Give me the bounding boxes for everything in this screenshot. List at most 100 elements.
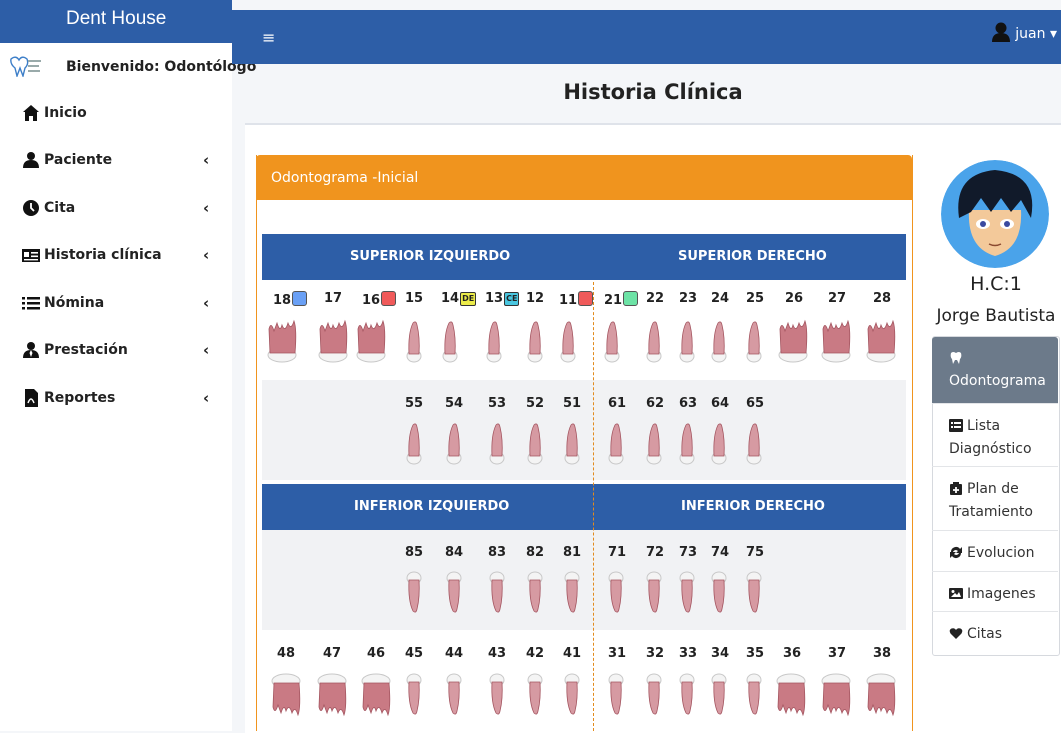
nav-item-prestación[interactable]: Prestación ‹ [0, 333, 232, 369]
tooth-icon[interactable] [742, 570, 766, 616]
tooth-number[interactable]: 53 [488, 396, 506, 411]
patient-menu-evolucion[interactable]: Evolucion [932, 530, 1058, 572]
tooth-number[interactable]: 18 [273, 291, 308, 308]
tooth-number[interactable]: 54 [445, 396, 463, 411]
tooth-number[interactable]: 42 [526, 646, 544, 661]
tooth-number[interactable]: 16 [362, 291, 397, 308]
tooth-number[interactable]: 72 [646, 545, 664, 560]
tooth-number[interactable]: 17 [324, 291, 342, 306]
tooth-number[interactable]: 41 [563, 646, 581, 661]
tooth-number[interactable]: 75 [746, 545, 764, 560]
tooth-icon[interactable] [642, 318, 666, 364]
patient-menu-odontograma[interactable]: Odontograma [932, 337, 1058, 403]
tooth-icon[interactable] [742, 672, 766, 718]
tooth-number[interactable]: 45 [405, 646, 423, 661]
tooth-icon[interactable] [482, 318, 506, 364]
tooth-number[interactable]: 74 [711, 545, 729, 560]
tooth-number[interactable]: 48 [277, 646, 295, 661]
tooth-number[interactable]: 55 [405, 396, 423, 411]
tooth-icon[interactable] [864, 672, 898, 718]
tooth-icon[interactable] [707, 420, 731, 466]
tooth-number[interactable]: 83 [488, 545, 506, 560]
nav-item-cita[interactable]: Cita ‹ [0, 191, 232, 227]
tooth-icon[interactable] [707, 672, 731, 718]
nav-item-historia-clínica[interactable]: Historia clínica ‹ [0, 238, 232, 274]
tooth-number[interactable]: 36 [783, 646, 801, 661]
tooth-icon[interactable] [485, 420, 509, 466]
tooth-number[interactable]: 82 [526, 545, 544, 560]
tooth-icon[interactable] [604, 672, 628, 718]
tooth-icon[interactable] [523, 420, 547, 466]
tooth-icon[interactable] [742, 318, 766, 364]
tooth-icon[interactable] [819, 318, 853, 364]
tooth-number[interactable]: 11 [559, 291, 594, 308]
tooth-number[interactable]: 51 [563, 396, 581, 411]
tooth-icon[interactable] [269, 672, 303, 718]
tooth-icon[interactable] [560, 570, 584, 616]
tooth-number[interactable]: 38 [873, 646, 891, 661]
tooth-number[interactable]: 46 [367, 646, 385, 661]
tooth-icon[interactable] [402, 672, 426, 718]
tooth-number[interactable]: 47 [323, 646, 341, 661]
tooth-number[interactable]: 22 [646, 291, 664, 306]
tooth-icon[interactable] [600, 318, 624, 364]
tooth-number[interactable]: 52 [526, 396, 544, 411]
nav-item-nómina[interactable]: Nómina ‹ [0, 286, 232, 322]
tooth-icon[interactable] [642, 420, 666, 466]
tooth-number[interactable]: 24 [711, 291, 729, 306]
tooth-number[interactable]: 37 [828, 646, 846, 661]
tooth-number[interactable]: 73 [679, 545, 697, 560]
tooth-number[interactable]: 85 [405, 545, 423, 560]
tooth-number[interactable]: 21 [604, 291, 639, 308]
tooth-icon[interactable] [642, 672, 666, 718]
patient-menu-plan-de-tratamiento[interactable]: Plan de Tratamiento [932, 466, 1058, 531]
tooth-icon[interactable] [742, 420, 766, 466]
brand[interactable]: Dent House [0, 0, 232, 43]
tooth-number[interactable]: 28 [873, 291, 891, 306]
tooth-number[interactable]: 26 [785, 291, 803, 306]
tooth-icon[interactable] [354, 318, 388, 364]
tooth-icon[interactable] [819, 672, 853, 718]
tooth-number[interactable]: 25 [746, 291, 764, 306]
tooth-icon[interactable] [402, 420, 426, 466]
nav-item-inicio[interactable]: Inicio [0, 96, 232, 132]
tooth-icon[interactable] [442, 672, 466, 718]
tooth-icon[interactable] [485, 570, 509, 616]
tooth-icon[interactable] [485, 672, 509, 718]
tooth-icon[interactable] [523, 570, 547, 616]
tooth-icon[interactable] [359, 672, 393, 718]
tooth-icon[interactable] [438, 318, 462, 364]
tooth-icon[interactable] [707, 570, 731, 616]
tooth-icon[interactable] [604, 420, 628, 466]
patient-menu-citas[interactable]: Citas [932, 611, 1058, 655]
tooth-number[interactable]: 12 [526, 291, 544, 306]
tooth-number[interactable]: 63 [679, 396, 697, 411]
tooth-icon[interactable] [560, 420, 584, 466]
tooth-icon[interactable] [442, 420, 466, 466]
tooth-icon[interactable] [774, 672, 808, 718]
tooth-number[interactable]: 81 [563, 545, 581, 560]
tooth-number[interactable]: 32 [646, 646, 664, 661]
tooth-number[interactable]: 61 [608, 396, 626, 411]
tooth-icon[interactable] [402, 570, 426, 616]
tooth-icon[interactable] [864, 318, 898, 364]
patient-menu-lista-diagnóstico[interactable]: Lista Diagnóstico [932, 403, 1058, 467]
tooth-number[interactable]: 64 [711, 396, 729, 411]
tooth-icon[interactable] [675, 318, 699, 364]
nav-item-reportes[interactable]: Reportes ‹ [0, 381, 232, 417]
tooth-icon[interactable] [776, 318, 810, 364]
tooth-icon[interactable] [523, 318, 547, 364]
tooth-number[interactable]: 14 DE [441, 291, 477, 306]
tooth-icon[interactable] [402, 318, 426, 364]
tooth-icon[interactable] [556, 318, 580, 364]
tooth-icon[interactable] [560, 672, 584, 718]
tooth-number[interactable]: 34 [711, 646, 729, 661]
patient-menu-imagenes[interactable]: Imagenes [932, 571, 1058, 612]
tooth-icon[interactable] [675, 570, 699, 616]
tooth-icon[interactable] [315, 672, 349, 718]
tooth-number[interactable]: 35 [746, 646, 764, 661]
tooth-number[interactable]: 33 [679, 646, 697, 661]
tooth-number[interactable]: 23 [679, 291, 697, 306]
nav-item-paciente[interactable]: Paciente ‹ [0, 143, 232, 179]
user-menu[interactable]: juan ▾ [991, 22, 1057, 42]
